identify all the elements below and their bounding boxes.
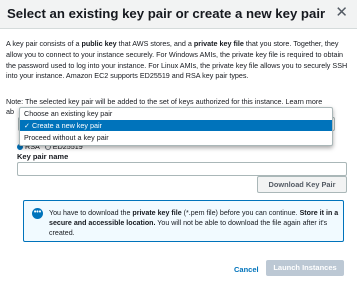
option-proceed-without[interactable]: Proceed without a key pair [20,132,332,143]
launch-instances-button[interactable]: Launch Instances [266,260,344,276]
key-pair-name-label: Key pair name [17,152,69,161]
checkmark-icon: ✓ [24,121,31,130]
note-text-continued: ab [6,107,14,116]
intro-text-2: that AWS stores, and a [116,39,194,48]
dialog-description: A key pair consists of a public key that… [6,39,352,82]
key-pair-dialog: Select an existing key pair or create a … [0,0,357,286]
intro-bold-public-key: public key [81,39,117,48]
info-bold-private-key: private key file [132,209,182,217]
option-choose-existing[interactable]: Choose an existing key pair [20,108,332,119]
key-pair-name-input[interactable] [17,162,347,176]
dialog-header: Select an existing key pair or create a … [0,0,357,29]
cancel-button[interactable]: Cancel [234,265,259,274]
option-create-new[interactable]: ✓ Create a new key pair [20,120,332,131]
download-key-pair-button[interactable]: Download Key Pair [257,176,347,193]
info-text-1: You have to download the [49,209,133,217]
option-create-new-label: Create a new key pair [32,121,102,130]
close-icon[interactable]: ✕ [335,5,348,20]
info-icon: ••• [32,208,43,219]
info-text-2: (*.pem file) before you can continue. [181,209,300,217]
intro-text-1: A key pair consists of a [6,39,82,48]
key-pair-dropdown: Choose an existing key pair ✓ Create a n… [19,107,333,146]
dialog-title: Select an existing key pair or create a … [7,6,326,21]
info-alert: ••• You have to download the private key… [23,200,344,242]
info-text: You have to download the private key fil… [49,208,339,239]
intro-bold-private-key: private key file [193,39,244,48]
